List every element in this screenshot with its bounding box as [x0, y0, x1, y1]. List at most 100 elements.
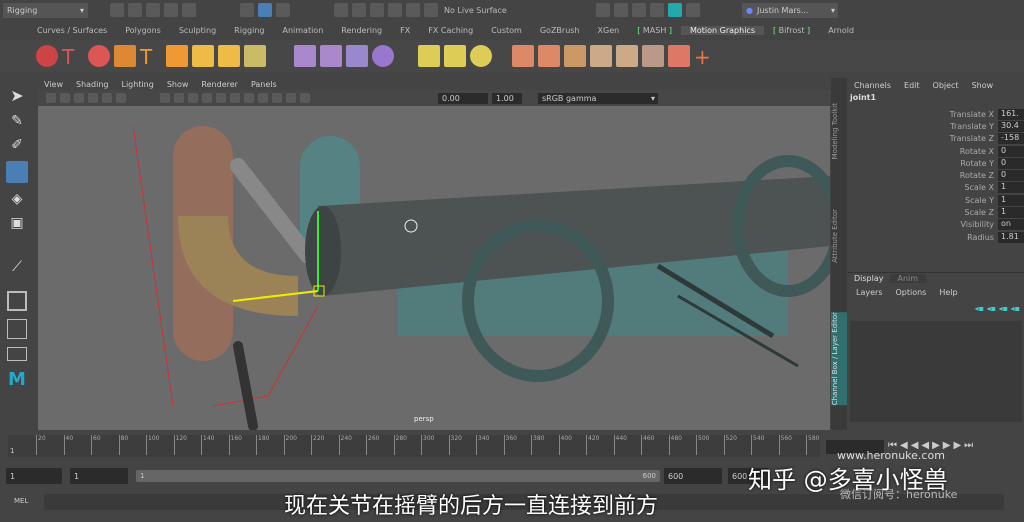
channel-value[interactable]: 1.81 — [998, 231, 1024, 243]
channel-value[interactable]: 161. — [998, 108, 1024, 120]
shelf-tab[interactable]: Rendering — [332, 26, 391, 35]
svg-icon[interactable] — [166, 45, 188, 67]
shelf-tab[interactable]: Custom — [482, 26, 531, 35]
shadows-icon[interactable] — [230, 93, 240, 103]
time-slider[interactable]: 1 20 40 60 80 100 120 140 160 180 200 220 240 260 280… — [8, 435, 820, 457]
layer-buttons[interactable]: ◂▪ ◂▪ ◂▪ ◂▪ — [975, 304, 1020, 313]
channel-value[interactable]: -158 — [998, 133, 1024, 145]
magnet-icon[interactable] — [424, 3, 438, 17]
channel-value[interactable]: 1 — [998, 194, 1024, 206]
channel-row[interactable]: Scale Y1 — [848, 194, 1024, 206]
wireframe-on-shaded-icon[interactable] — [188, 93, 198, 103]
gamma-field[interactable]: 1.00 — [492, 92, 522, 104]
tab-anim[interactable]: Anim — [889, 274, 927, 283]
channel-value[interactable]: 0 — [998, 145, 1024, 157]
menu-shading[interactable]: Shading — [76, 80, 109, 89]
range-slider[interactable]: 1 600 — [136, 470, 660, 482]
channel-row[interactable]: Translate Y 30.4 — [848, 120, 1024, 132]
sidebar-toggle-icon[interactable] — [686, 3, 700, 17]
channel-value[interactable]: 0 — [998, 157, 1024, 169]
shelf-tab[interactable]: Sculpting — [170, 26, 225, 35]
save-scene-icon[interactable] — [146, 3, 160, 17]
points-icon[interactable] — [444, 45, 466, 67]
type-icon[interactable]: T — [140, 45, 162, 69]
select-hierarchy-icon[interactable] — [240, 3, 254, 17]
cube-icon[interactable] — [192, 45, 214, 67]
move-tool-icon[interactable] — [6, 161, 28, 183]
channel-label[interactable]: Translate Y — [848, 122, 998, 131]
ao-icon[interactable] — [244, 93, 254, 103]
single-view-icon[interactable] — [7, 291, 27, 311]
render-settings-icon[interactable] — [650, 3, 664, 17]
exposure-field[interactable]: 0.00 — [438, 92, 488, 104]
cross-icon[interactable]: + — [694, 45, 716, 69]
channel-value[interactable]: 1 — [998, 182, 1024, 194]
render-frame-icon[interactable] — [596, 3, 610, 17]
bend-icon[interactable] — [320, 45, 342, 67]
menu-view[interactable]: View — [44, 80, 63, 89]
channel-row[interactable]: Translate X 161. — [848, 108, 1024, 120]
undo-icon[interactable] — [164, 3, 178, 17]
scatter-icon[interactable] — [418, 45, 440, 67]
camera-icon[interactable] — [46, 93, 56, 103]
shelf-tab[interactable]: GoZBrush — [531, 26, 589, 35]
channel-label[interactable]: Radius — [848, 233, 998, 242]
stack-icon[interactable] — [218, 45, 240, 67]
channel-value[interactable]: 0 — [998, 170, 1024, 182]
viewport[interactable]: View Shading Lighting Show Renderer Pane… — [38, 78, 830, 430]
shelf-tab[interactable]: Arnold — [819, 26, 863, 35]
bookmark-icon[interactable] — [74, 93, 84, 103]
film-gate-icon[interactable] — [116, 93, 126, 103]
user-account[interactable]: ● Justin Mars... ▾ — [742, 2, 838, 18]
lasso-tool-icon[interactable]: ✎ — [11, 113, 23, 129]
shelf-tab-active[interactable]: Motion Graphics — [681, 25, 764, 35]
shelf-tab[interactable]: Polygons — [116, 26, 170, 35]
open-scene-icon[interactable] — [128, 3, 142, 17]
snap-curve-icon[interactable] — [352, 3, 366, 17]
mel-label[interactable]: MEL — [14, 497, 28, 505]
channel-row[interactable]: Scale Z1 — [848, 206, 1024, 219]
tile-icon[interactable] — [642, 45, 664, 67]
box-icon[interactable] — [512, 45, 534, 67]
snap-view-icon[interactable] — [388, 3, 402, 17]
gear-icon[interactable] — [564, 45, 586, 67]
shelf-tab[interactable]: FX Caching — [419, 26, 482, 35]
menu-lighting[interactable]: Lighting — [121, 80, 153, 89]
tab-attribute-editor[interactable]: Attribute Editor — [831, 209, 847, 263]
brush-icon[interactable] — [668, 45, 690, 67]
text-tool-icon[interactable]: T — [62, 45, 84, 69]
tab-channel-box[interactable]: Channel Box / Layer Editor — [831, 311, 847, 406]
deform-icon[interactable] — [294, 45, 316, 67]
channel-row[interactable]: Translate Z -158 — [848, 133, 1024, 145]
playback-end-field[interactable]: 600 — [664, 468, 722, 484]
live-surface[interactable]: No Live Surface — [444, 6, 524, 15]
four-view-icon[interactable] — [7, 319, 27, 339]
shelf-tab[interactable]: Curves / Surfaces — [28, 26, 116, 35]
spiral-icon[interactable] — [372, 45, 394, 67]
image-plane-icon[interactable] — [88, 93, 98, 103]
arnold-render-icon[interactable] — [36, 45, 58, 67]
grid-icon[interactable] — [102, 93, 112, 103]
paint-select-icon[interactable]: ✐ — [11, 137, 23, 153]
wireframe-icon[interactable] — [160, 93, 170, 103]
shelf-tab[interactable]: Rigging — [225, 26, 273, 35]
lights-icon[interactable] — [216, 93, 226, 103]
shelf-tab[interactable]: Animation — [273, 26, 332, 35]
layout-icon[interactable] — [7, 347, 27, 361]
channel-value[interactable]: 1 — [998, 207, 1024, 219]
channel-label[interactable]: Rotate Z — [848, 171, 998, 180]
channel-value[interactable]: 30.4 — [998, 120, 1024, 132]
menu-renderer[interactable]: Renderer — [201, 80, 238, 89]
rotate-tool-icon[interactable]: ◈ — [12, 191, 23, 207]
ring-icon[interactable] — [88, 45, 110, 67]
hypershade-icon[interactable] — [668, 3, 682, 17]
new-scene-icon[interactable] — [110, 3, 124, 17]
menu-object[interactable]: Object — [933, 81, 959, 90]
aa-icon[interactable] — [258, 93, 268, 103]
channel-label[interactable]: Scale Z — [848, 208, 998, 217]
select-tool-icon[interactable]: ➤ — [10, 86, 23, 105]
menu-show[interactable]: Show — [972, 81, 994, 90]
channel-row[interactable]: Scale X1 — [848, 182, 1024, 194]
last-tool-icon[interactable]: ⟋ — [12, 259, 22, 275]
menu-panels[interactable]: Panels — [251, 80, 277, 89]
